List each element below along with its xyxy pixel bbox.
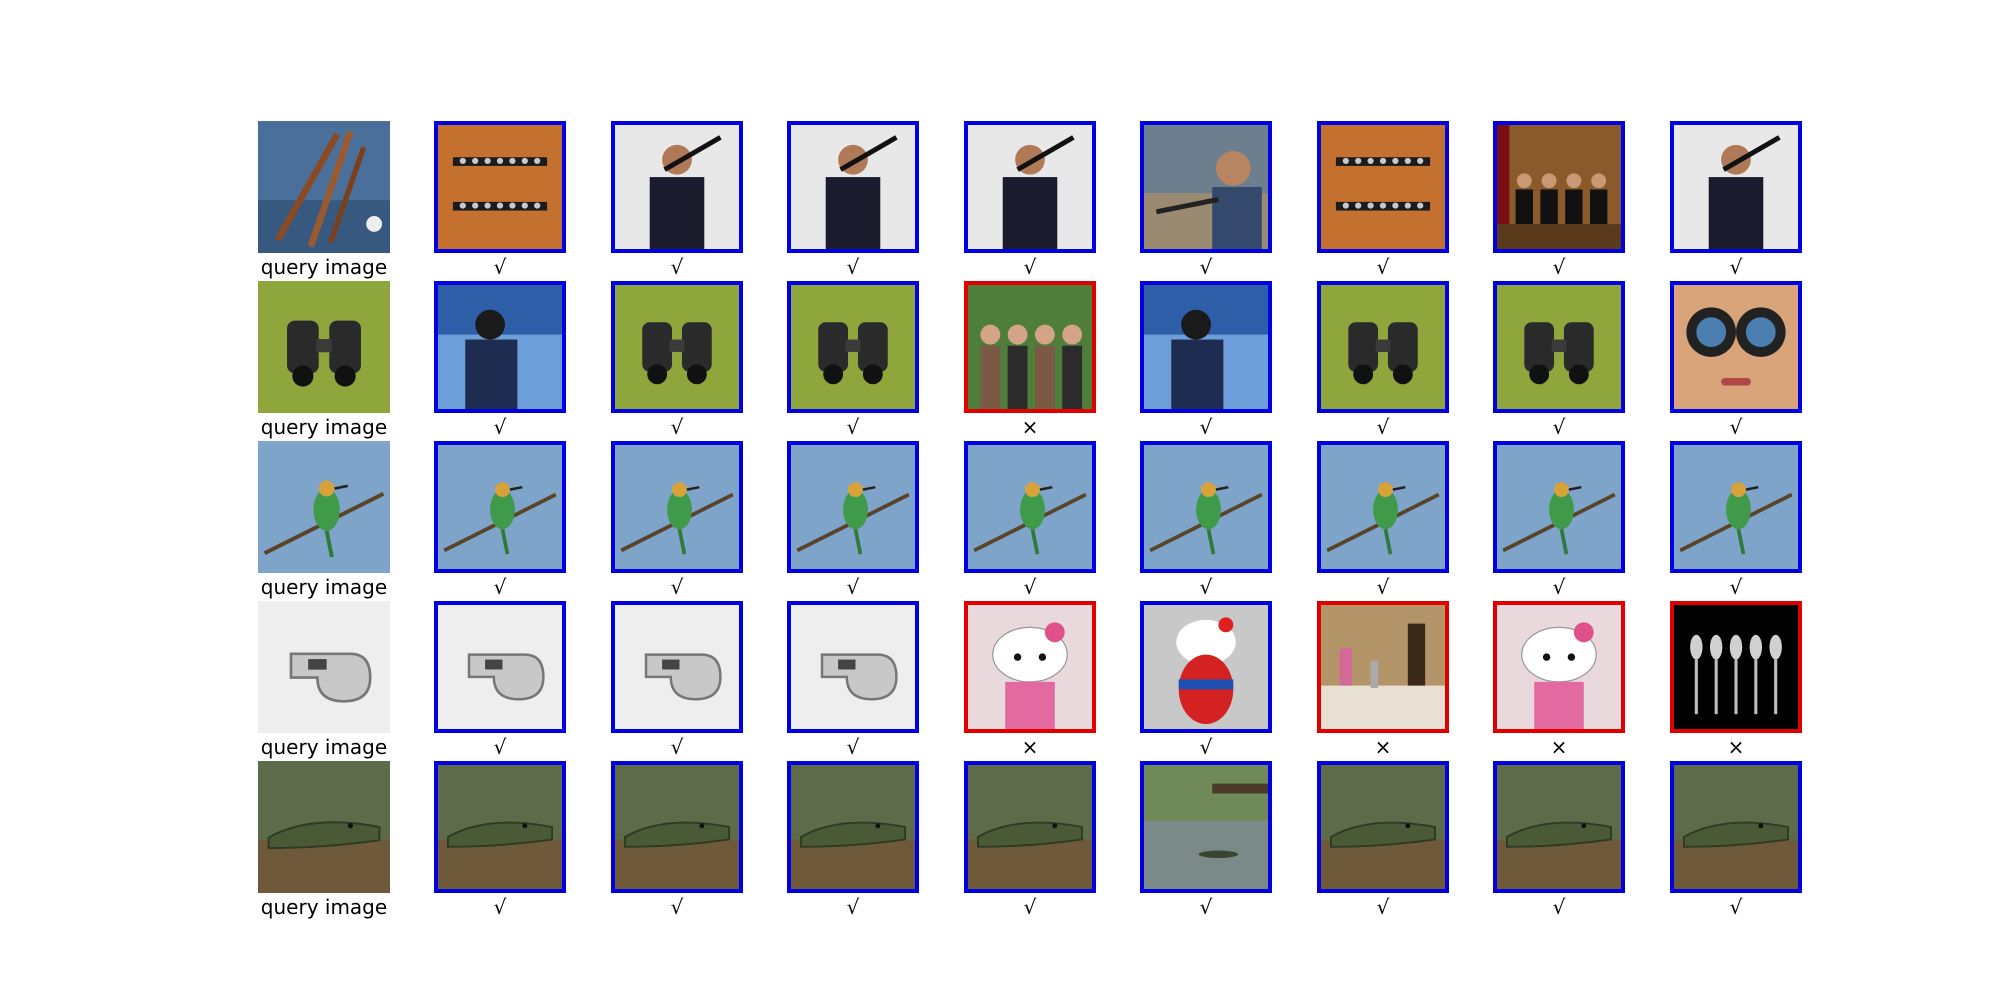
retrieved-image-correct — [611, 441, 743, 573]
check-mark: √ — [1552, 895, 1566, 919]
retrieved-image-correct — [1670, 761, 1802, 893]
retrieved-image-incorrect — [1670, 601, 1802, 733]
check-mark: √ — [1023, 255, 1037, 279]
retrieved-image-correct — [1493, 121, 1625, 253]
query-image — [258, 601, 390, 733]
retrieved-image-correct — [1317, 281, 1449, 413]
retrieved-image-correct — [1493, 761, 1625, 893]
check-mark: √ — [1552, 575, 1566, 599]
result-row: query image √ √ √ × √ √ √ √ — [0, 281, 2000, 441]
retrieved-image-incorrect — [1317, 601, 1449, 733]
query-caption: query image — [260, 255, 388, 279]
check-mark: √ — [1729, 415, 1743, 439]
retrieved-image-correct — [1140, 761, 1272, 893]
retrieved-image-correct — [787, 441, 919, 573]
retrieved-image-correct — [1317, 121, 1449, 253]
check-mark: √ — [1376, 255, 1390, 279]
retrieved-image-correct — [1140, 441, 1272, 573]
check-mark: √ — [670, 415, 684, 439]
check-mark: √ — [493, 735, 507, 759]
check-mark: √ — [493, 255, 507, 279]
check-mark: √ — [1199, 415, 1213, 439]
retrieved-image-correct — [1140, 601, 1272, 733]
query-caption: query image — [260, 895, 388, 919]
check-mark: √ — [1376, 415, 1390, 439]
query-image — [258, 121, 390, 253]
check-mark: √ — [493, 895, 507, 919]
result-row: query image √ √ √ × √ × × × — [0, 601, 2000, 761]
result-row: query image √ √ √ √ √ √ √ √ — [0, 761, 2000, 921]
cross-mark: × — [1727, 735, 1745, 759]
retrieved-image-correct — [787, 761, 919, 893]
check-mark: √ — [1199, 895, 1213, 919]
retrieved-image-correct — [1670, 281, 1802, 413]
retrieved-image-correct — [1670, 121, 1802, 253]
check-mark: √ — [493, 415, 507, 439]
check-mark: √ — [1199, 735, 1213, 759]
check-mark: √ — [846, 895, 860, 919]
check-mark: √ — [670, 255, 684, 279]
retrieved-image-correct — [787, 281, 919, 413]
query-caption: query image — [260, 415, 388, 439]
retrieved-image-correct — [611, 761, 743, 893]
query-image — [258, 441, 390, 573]
cross-mark: × — [1021, 735, 1039, 759]
retrieved-image-correct — [787, 121, 919, 253]
retrieved-image-correct — [1493, 441, 1625, 573]
cross-mark: × — [1021, 415, 1039, 439]
retrieved-image-correct — [1493, 281, 1625, 413]
check-mark: √ — [846, 735, 860, 759]
result-row: query image √ √ √ √ √ √ √ √ — [0, 121, 2000, 281]
check-mark: √ — [1023, 575, 1037, 599]
retrieved-image-correct — [611, 121, 743, 253]
retrieved-image-correct — [434, 601, 566, 733]
cross-mark: × — [1550, 735, 1568, 759]
check-mark: √ — [1023, 895, 1037, 919]
retrieved-image-correct — [1317, 761, 1449, 893]
check-mark: √ — [1729, 255, 1743, 279]
check-mark: √ — [846, 575, 860, 599]
query-caption: query image — [260, 735, 388, 759]
retrieved-image-correct — [1140, 121, 1272, 253]
check-mark: √ — [1199, 255, 1213, 279]
check-mark: √ — [846, 255, 860, 279]
check-mark: √ — [493, 575, 507, 599]
retrieved-image-correct — [787, 601, 919, 733]
check-mark: √ — [1376, 575, 1390, 599]
retrieved-image-correct — [434, 121, 566, 253]
retrieved-image-correct — [1140, 281, 1272, 413]
retrieved-image-correct — [1670, 441, 1802, 573]
check-mark: √ — [1376, 895, 1390, 919]
retrieved-image-correct — [434, 281, 566, 413]
retrieved-image-correct — [434, 761, 566, 893]
cross-mark: × — [1374, 735, 1392, 759]
check-mark: √ — [670, 575, 684, 599]
check-mark: √ — [1729, 575, 1743, 599]
check-mark: √ — [1729, 895, 1743, 919]
check-mark: √ — [1552, 415, 1566, 439]
retrieved-image-correct — [611, 601, 743, 733]
check-mark: √ — [670, 735, 684, 759]
retrieved-image-correct — [434, 441, 566, 573]
query-image — [258, 761, 390, 893]
retrieved-image-incorrect — [964, 601, 1096, 733]
retrieved-image-correct — [964, 441, 1096, 573]
retrieved-image-correct — [611, 281, 743, 413]
result-row: query image √ √ √ √ √ √ √ √ — [0, 441, 2000, 601]
check-mark: √ — [846, 415, 860, 439]
query-caption: query image — [260, 575, 388, 599]
check-mark: √ — [1552, 255, 1566, 279]
retrieved-image-incorrect — [964, 281, 1096, 413]
retrieved-image-correct — [964, 761, 1096, 893]
retrieval-results-figure: query image √ √ √ √ √ √ √ √ query image √ √ √ × √ √ √ √ qu… — [0, 0, 2000, 1000]
retrieved-image-correct — [1317, 441, 1449, 573]
check-mark: √ — [670, 895, 684, 919]
retrieved-image-correct — [964, 121, 1096, 253]
retrieved-image-incorrect — [1493, 601, 1625, 733]
check-mark: √ — [1199, 575, 1213, 599]
query-image — [258, 281, 390, 413]
